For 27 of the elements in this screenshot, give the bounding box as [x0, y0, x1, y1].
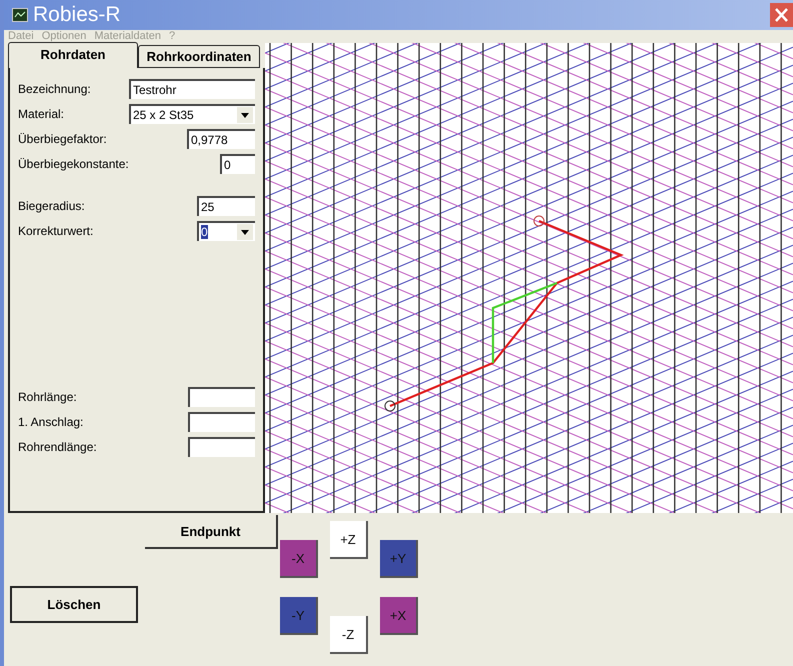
input-field[interactable]: 0,9778: [187, 129, 255, 149]
field-label: Bezeichnung:: [18, 82, 91, 96]
tab[interactable]: Rohrdaten: [8, 42, 138, 68]
endpoint-button[interactable]: Endpunkt: [145, 515, 278, 549]
close-icon[interactable]: [770, 3, 793, 27]
dropdown-field[interactable]: 25 x 2 St35: [129, 104, 255, 124]
field-label: Material:: [18, 107, 64, 121]
input-field[interactable]: 0: [220, 154, 255, 174]
input-field[interactable]: Testrohr: [129, 79, 255, 99]
direction-button[interactable]: +Z: [330, 521, 368, 559]
field-label: Biegeradius:: [18, 199, 85, 213]
window-title: Robies-R: [33, 3, 121, 27]
input-field[interactable]: [188, 412, 255, 432]
field-label: Korrekturwert:: [18, 224, 94, 238]
delete-button[interactable]: Löschen: [10, 586, 138, 623]
tab[interactable]: Rohrkoordinaten: [138, 45, 260, 68]
window-icon: [12, 8, 28, 22]
field-label: Überbiegefaktor:: [18, 132, 107, 146]
field-label: 1. Anschlag:: [18, 415, 84, 429]
direction-button[interactable]: -Z: [330, 616, 368, 654]
input-field[interactable]: [188, 437, 255, 457]
field-label: Überbiegekonstante:: [18, 157, 129, 171]
field-label: Rohrlänge:: [18, 390, 77, 404]
input-field[interactable]: 25: [197, 196, 255, 216]
field-label: Rohrendlänge:: [18, 440, 97, 454]
input-field[interactable]: [188, 387, 255, 407]
dropdown-field[interactable]: 0: [197, 221, 255, 241]
